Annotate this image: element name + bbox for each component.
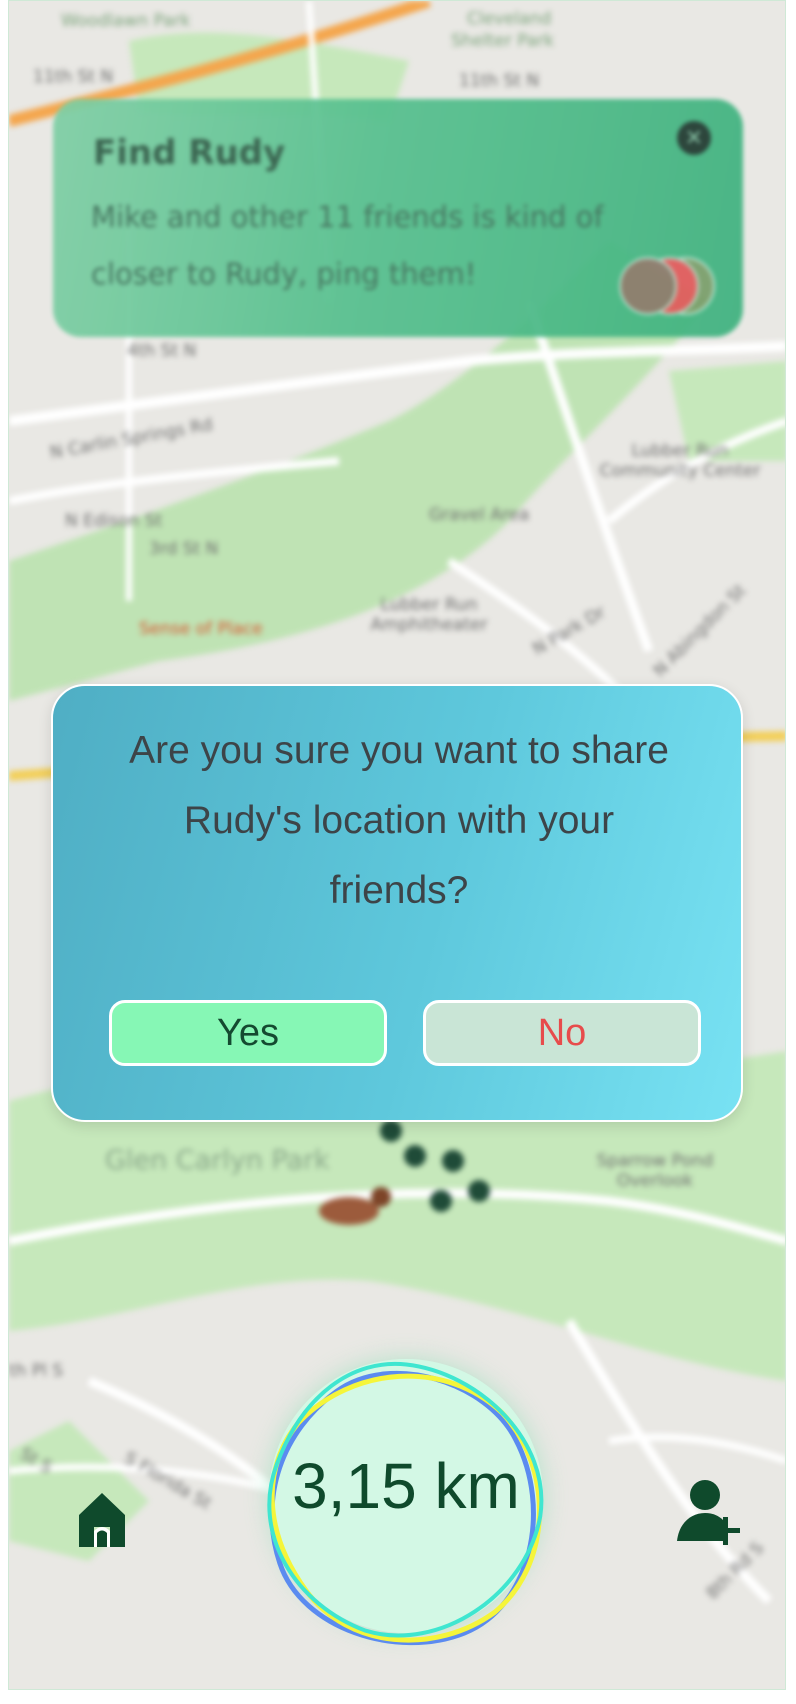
find-rudy-notification[interactable]: Find Rudy Mike and other 11 friends is k… [53,99,743,337]
map-label: Cleveland [467,9,552,29]
distance-indicator[interactable]: 3,15 km [261,1349,561,1649]
friends-avatars[interactable] [619,257,715,315]
map-label: Sparrow Pond Overlook [596,1151,714,1191]
notification-message: Mike and other 11 friends is kind of clo… [91,200,604,291]
distance-value: 3,15 km [292,1450,520,1522]
map-label: Shelter Park [451,31,555,51]
dialog-question: Are you sure you want to share Rudy's lo… [129,729,669,912]
map-label: 11th St N [459,71,540,91]
map-label: Glen Carlyn Park [105,1145,330,1176]
map-label: Lubber Run Community Center [599,441,761,481]
map-label: 3rd St N [149,539,219,559]
map-label: Lubber Run Amphitheater [370,595,488,635]
avatar [619,257,677,315]
notification-title: Find Rudy [93,133,286,173]
home-icon [79,1493,125,1547]
map-label: N Edison St [65,511,163,531]
map-label: Sense of Place [139,619,263,639]
add-friend-icon [677,1480,740,1545]
map-label: 11th St N [33,67,114,87]
no-button[interactable]: No [423,1000,701,1066]
app-screen: Woodlawn Park Cleveland Shelter Park 11t… [8,0,786,1690]
home-button[interactable] [75,1491,129,1547]
share-location-dialog: Are you sure you want to share Rudy's lo… [51,684,743,1122]
add-friend-button[interactable] [675,1479,745,1549]
map-label: Gravel Area [429,505,530,525]
yes-button[interactable]: Yes [109,1000,387,1066]
map-label: 4th St N [127,341,197,361]
map-label: Woodlawn Park [61,11,191,31]
map-label: th Pl S [9,1361,64,1381]
close-icon[interactable]: × [677,121,711,155]
